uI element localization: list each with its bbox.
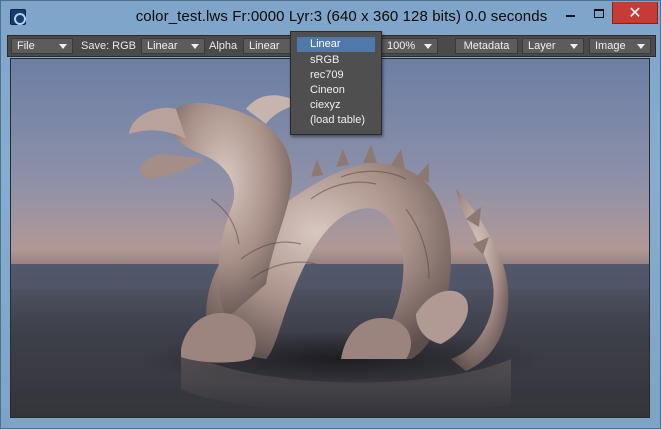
minimize-icon xyxy=(565,15,575,17)
maximize-button[interactable] xyxy=(584,2,614,24)
zoom-value: 100% xyxy=(387,40,416,52)
layer-dropdown-label: Layer xyxy=(528,40,556,52)
colorspace-option-linear[interactable]: Linear xyxy=(297,37,375,52)
minimize-button[interactable] xyxy=(555,2,585,24)
save-format-label: Save: RGB xyxy=(81,40,137,52)
chevron-down-icon xyxy=(191,44,199,49)
layer-dropdown[interactable]: Layer xyxy=(522,38,584,54)
chevron-down-icon xyxy=(59,44,67,49)
alpha-label: Alpha xyxy=(209,40,238,52)
colorspace-option-load-table[interactable]: (load table) xyxy=(297,113,375,128)
chevron-down-icon xyxy=(637,44,645,49)
zoom-dropdown[interactable]: 100% xyxy=(381,38,438,54)
colorspace-option-srgb[interactable]: sRGB xyxy=(297,53,375,68)
chevron-down-icon xyxy=(424,44,432,49)
alpha-colorspace-dropdown[interactable]: Linear xyxy=(243,38,295,54)
dragon-lower-jaw xyxy=(140,154,206,179)
maximize-icon xyxy=(594,8,604,18)
save-colorspace-dropdown[interactable]: Linear xyxy=(141,38,205,54)
colorspace-option-rec709[interactable]: rec709 xyxy=(297,68,375,83)
image-dropdown[interactable]: Image xyxy=(589,38,651,54)
colorspace-option-cineon[interactable]: Cineon xyxy=(297,83,375,98)
render-window: color_test.lws Fr:0000 Lyr:3 (640 x 360 … xyxy=(0,0,661,429)
close-icon: ✕ xyxy=(628,4,642,22)
colorspace-dropdown-menu[interactable]: Linear sRGB rec709 Cineon ciexyz (load t… xyxy=(290,31,382,135)
save-colorspace-value: Linear xyxy=(147,40,178,52)
dragon-hind-leg xyxy=(341,318,411,359)
file-dropdown[interactable]: File xyxy=(11,38,73,54)
image-dropdown-label: Image xyxy=(595,40,626,52)
title-bar[interactable]: color_test.lws Fr:0000 Lyr:3 (640 x 360 … xyxy=(1,1,661,35)
close-button[interactable]: ✕ xyxy=(612,2,658,24)
colorspace-option-ciexyz[interactable]: ciexyz xyxy=(297,98,375,113)
metadata-button[interactable]: Metadata xyxy=(455,38,518,54)
chevron-down-icon xyxy=(570,44,578,49)
alpha-colorspace-value: Linear xyxy=(249,40,280,52)
file-dropdown-label: File xyxy=(17,40,35,52)
